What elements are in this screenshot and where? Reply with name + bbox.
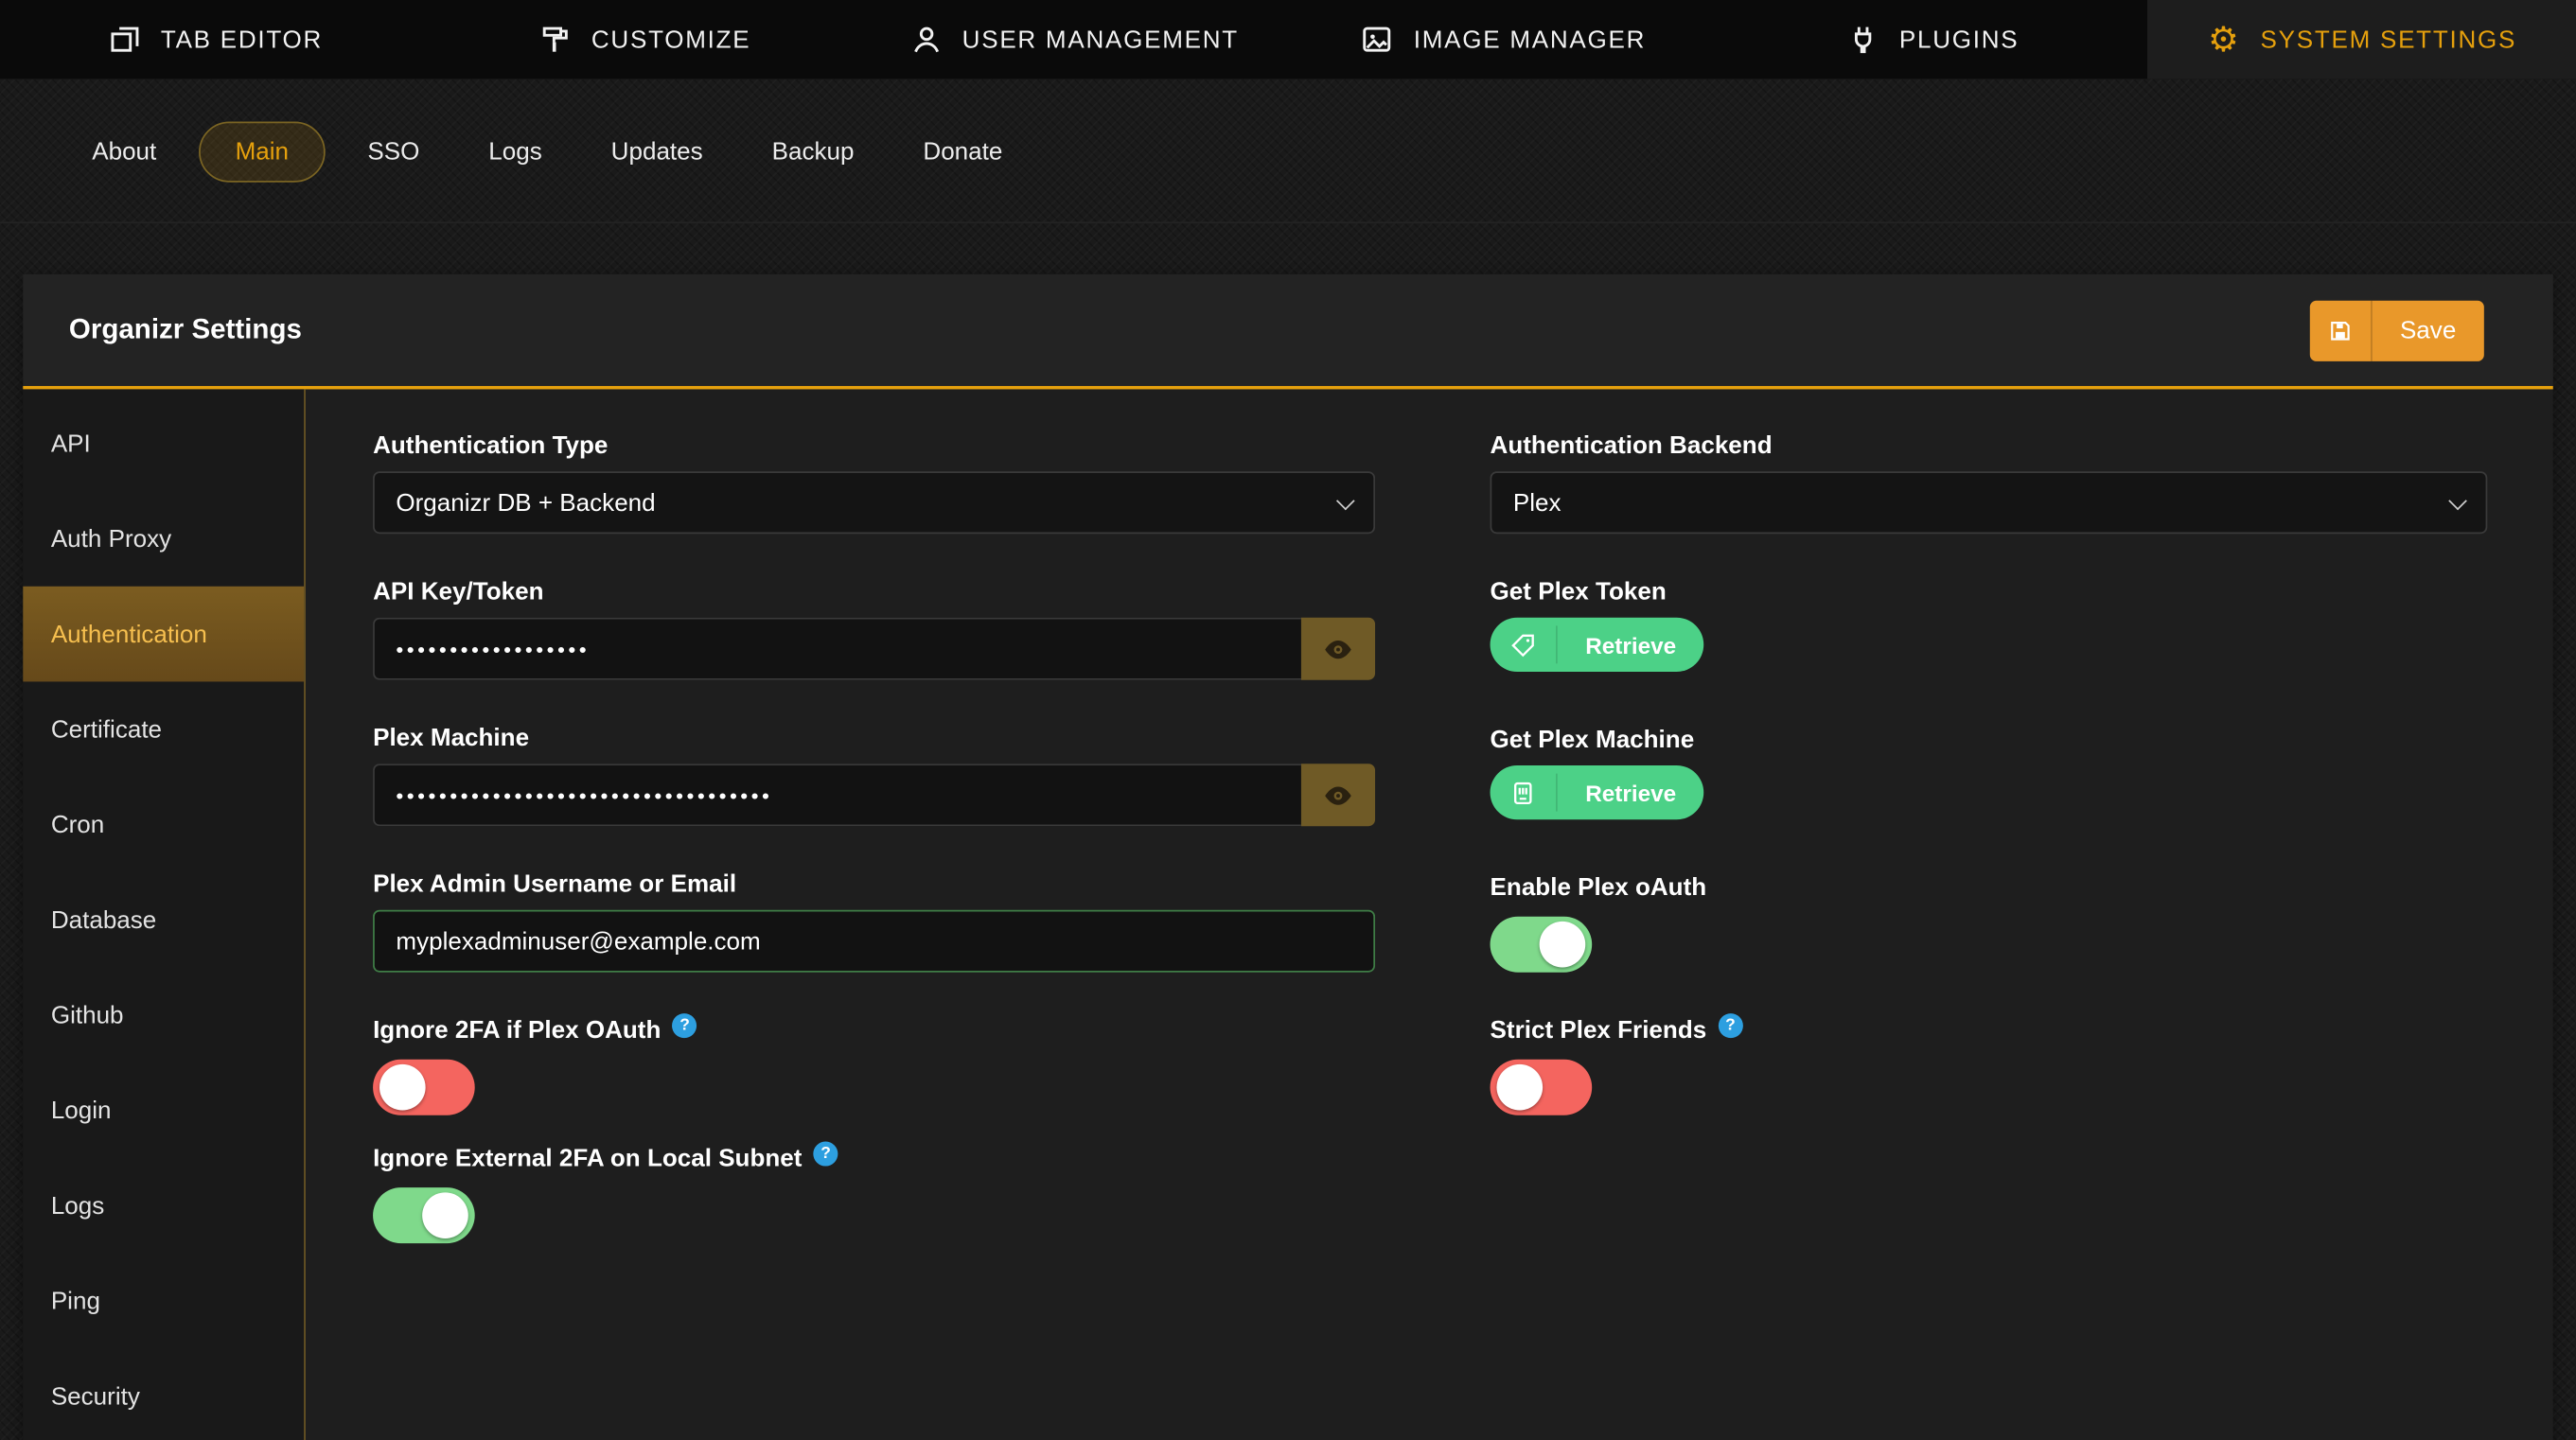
get-plex-token-group: Get Plex Token Retrieve: [1491, 578, 2488, 672]
page-title: Organizr Settings: [69, 314, 302, 347]
get-plex-machine-group: Get Plex Machine Retrieve: [1491, 726, 2488, 819]
ignore-2fa-help-icon[interactable]: ?: [673, 1013, 697, 1038]
toggle-knob: [1540, 922, 1586, 968]
subnav-about[interactable]: About: [65, 121, 183, 182]
nav-customize[interactable]: CUSTOMIZE: [430, 0, 859, 79]
plex-machine-input[interactable]: [373, 764, 1301, 826]
panel-header: Organizr Settings Save: [23, 274, 2552, 390]
ignore-external-2fa-label: Ignore External 2FA on Local Subnet: [373, 1145, 802, 1173]
sidebar-item-database[interactable]: Database: [23, 872, 304, 968]
organizr-app: TAB EDITOR CUSTOMIZE USER MANAGEMENT IMA…: [0, 0, 2576, 1440]
save-icon: [2309, 300, 2370, 360]
ignore-2fa-label: Ignore 2FA if Plex OAuth: [373, 1017, 661, 1045]
toggle-knob: [422, 1192, 468, 1238]
sidebar-item-ping[interactable]: Ping: [23, 1254, 304, 1349]
toggle-knob: [1496, 1064, 1543, 1111]
retrieve-button-label: Retrieve: [1558, 765, 1704, 819]
settings-sidebar: API Auth Proxy Authentication Certificat…: [23, 389, 306, 1440]
sidebar-item-authentication[interactable]: Authentication: [23, 587, 304, 682]
api-key-reveal-button[interactable]: [1301, 618, 1375, 680]
sidebar-item-auth-proxy[interactable]: Auth Proxy: [23, 491, 304, 587]
nav-plugins[interactable]: PLUGINS: [1718, 0, 2147, 79]
nav-label: SYSTEM SETTINGS: [2261, 26, 2517, 54]
sidebar-item-github[interactable]: Github: [23, 968, 304, 1063]
plex-admin-group: Plex Admin Username or Email: [373, 870, 1375, 973]
user-icon: [908, 22, 944, 58]
plex-machine-label: Plex Machine: [373, 725, 1375, 753]
save-button[interactable]: Save: [2309, 300, 2483, 360]
subnav-logs[interactable]: Logs: [463, 121, 569, 182]
image-icon: [1359, 22, 1395, 58]
strict-plex-friends-label: Strict Plex Friends: [1491, 1017, 1707, 1045]
ignore-external-2fa-group: Ignore External 2FA on Local Subnet ?: [373, 1145, 1375, 1243]
auth-type-group: Authentication Type Organizr DB + Backen…: [373, 432, 1375, 535]
api-key-group: API Key/Token: [373, 578, 1375, 680]
settings-subnav: About Main SSO Logs Updates Backup Donat…: [0, 79, 2576, 223]
retrieve-plex-machine-button[interactable]: Retrieve: [1491, 765, 1704, 819]
retrieve-button-label: Retrieve: [1558, 618, 1704, 672]
strict-plex-friends-toggle[interactable]: [1491, 1060, 1593, 1115]
panel-body: API Auth Proxy Authentication Certificat…: [23, 389, 2552, 1440]
sidebar-item-logs[interactable]: Logs: [23, 1158, 304, 1254]
enable-plex-oauth-toggle[interactable]: [1491, 917, 1593, 973]
get-plex-machine-label: Get Plex Machine: [1491, 726, 2488, 754]
plex-admin-input[interactable]: [373, 910, 1375, 973]
retrieve-plex-token-button[interactable]: Retrieve: [1491, 618, 1704, 672]
auth-backend-select[interactable]: Plex: [1491, 471, 2488, 534]
ignore-2fa-group: Ignore 2FA if Plex OAuth ?: [373, 1017, 1375, 1115]
plex-admin-label: Plex Admin Username or Email: [373, 870, 1375, 899]
subnav-donate[interactable]: Donate: [897, 121, 1030, 182]
sidebar-item-api[interactable]: API: [23, 395, 304, 491]
machine-icon: [1491, 765, 1556, 819]
auth-backend-group: Authentication Backend Plex: [1491, 432, 2488, 535]
api-key-input[interactable]: [373, 618, 1301, 680]
nav-label: TAB EDITOR: [161, 26, 323, 54]
plug-icon: [1845, 22, 1881, 58]
save-button-label: Save: [2372, 300, 2483, 360]
ignore-external-2fa-toggle[interactable]: [373, 1187, 475, 1243]
plex-machine-reveal-button[interactable]: [1301, 764, 1375, 826]
strict-plex-friends-group: Strict Plex Friends ?: [1491, 1017, 2488, 1115]
plex-machine-group: Plex Machine: [373, 725, 1375, 827]
nav-label: CUSTOMIZE: [591, 26, 751, 54]
organizr-settings-panel: Organizr Settings Save API Auth Proxy Au…: [23, 274, 2552, 1440]
enable-plex-oauth-group: Enable Plex oAuth: [1491, 874, 2488, 973]
toggle-knob: [379, 1064, 426, 1111]
nav-label: USER MANAGEMENT: [962, 26, 1239, 54]
form-right-column: Authentication Backend Plex Get Plex Tok…: [1491, 432, 2488, 1273]
customize-icon: [538, 22, 573, 58]
strict-plex-friends-help-icon[interactable]: ?: [1718, 1013, 1742, 1038]
authentication-form: Authentication Type Organizr DB + Backen…: [306, 389, 2553, 1440]
auth-backend-label: Authentication Backend: [1491, 432, 2488, 461]
tag-icon: [1491, 618, 1556, 672]
sidebar-item-certificate[interactable]: Certificate: [23, 681, 304, 777]
eye-icon: [1322, 633, 1353, 664]
form-left-column: Authentication Type Organizr DB + Backen…: [373, 432, 1375, 1273]
sidebar-item-cron[interactable]: Cron: [23, 777, 304, 872]
top-navigation: TAB EDITOR CUSTOMIZE USER MANAGEMENT IMA…: [0, 0, 2576, 79]
gear-icon: ⚙: [2206, 22, 2242, 58]
ignore-2fa-toggle[interactable]: [373, 1060, 475, 1115]
api-key-label: API Key/Token: [373, 578, 1375, 606]
auth-type-label: Authentication Type: [373, 432, 1375, 461]
nav-user-management[interactable]: USER MANAGEMENT: [858, 0, 1288, 79]
eye-icon: [1322, 780, 1353, 811]
tab-editor-icon: [107, 22, 143, 58]
ignore-external-2fa-help-icon[interactable]: ?: [814, 1142, 838, 1167]
subnav-backup[interactable]: Backup: [746, 121, 880, 182]
sidebar-item-security[interactable]: Security: [23, 1348, 304, 1440]
get-plex-token-label: Get Plex Token: [1491, 578, 2488, 606]
nav-label: IMAGE MANAGER: [1414, 26, 1646, 54]
auth-type-select[interactable]: Organizr DB + Backend: [373, 471, 1375, 534]
nav-tab-editor[interactable]: TAB EDITOR: [0, 0, 430, 79]
subnav-main[interactable]: Main: [199, 121, 325, 182]
subnav-sso[interactable]: SSO: [342, 121, 447, 182]
enable-plex-oauth-label: Enable Plex oAuth: [1491, 874, 2488, 903]
subnav-updates[interactable]: Updates: [585, 121, 730, 182]
nav-system-settings[interactable]: ⚙ SYSTEM SETTINGS: [2146, 0, 2576, 79]
sidebar-item-login[interactable]: Login: [23, 1062, 304, 1158]
nav-image-manager[interactable]: IMAGE MANAGER: [1288, 0, 1718, 79]
nav-label: PLUGINS: [1899, 26, 2019, 54]
